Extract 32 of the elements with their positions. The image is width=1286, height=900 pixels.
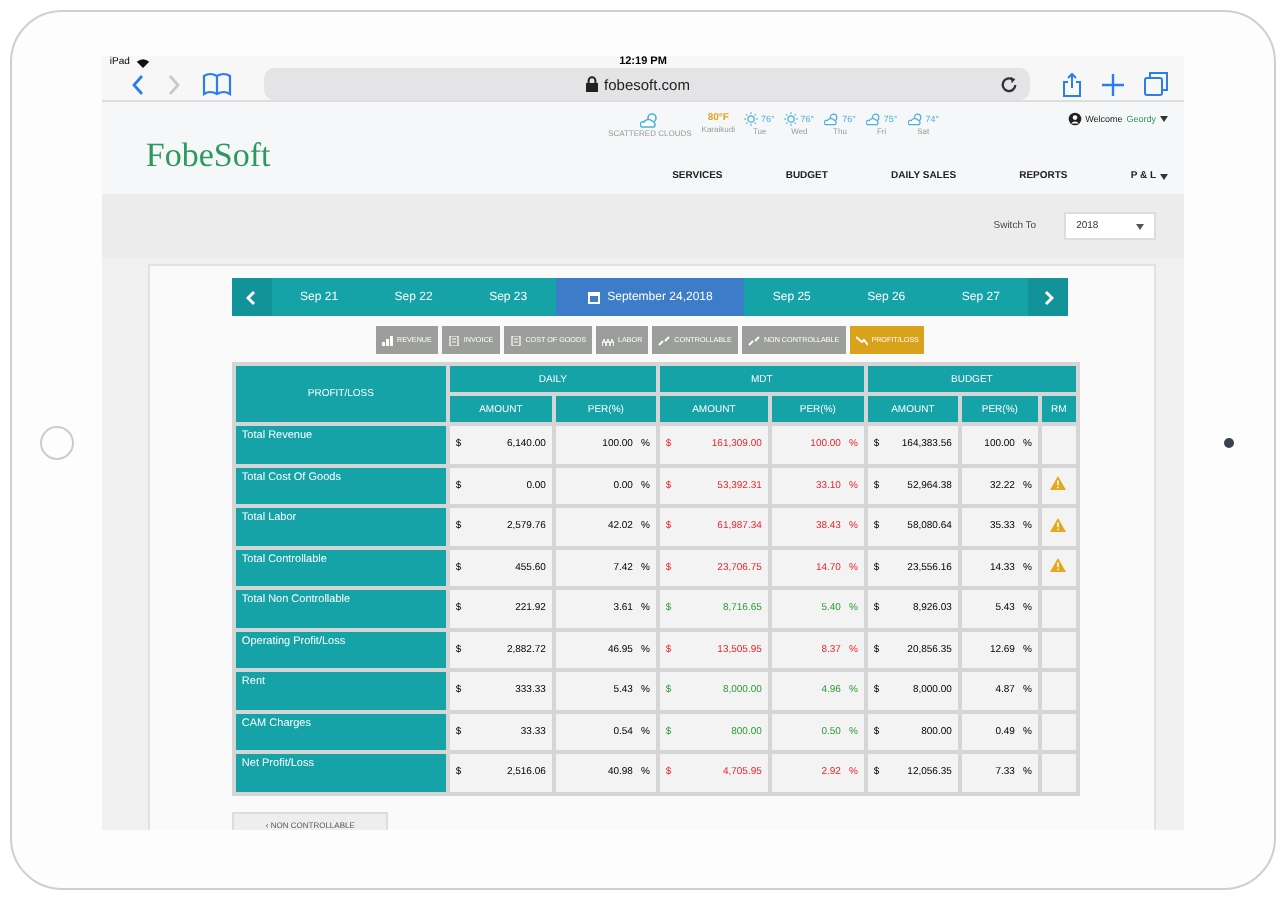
- trend-icon: [855, 335, 868, 345]
- previous-button[interactable]: [231, 278, 272, 316]
- plus-icon[interactable]: [1102, 73, 1125, 95]
- cloud-icon: [907, 112, 924, 126]
- caret-icon[interactable]: [1160, 173, 1169, 179]
- camera-dot: [1224, 438, 1235, 448]
- next-button[interactable]: [1028, 278, 1069, 316]
- lock-icon: [586, 76, 599, 92]
- wifi-icon: [135, 57, 150, 67]
- back-icon[interactable]: [129, 73, 146, 95]
- chevron-left-icon[interactable]: [246, 289, 257, 305]
- book-icon[interactable]: [201, 72, 232, 96]
- sun-icon: [744, 112, 759, 126]
- link-icon: [658, 335, 671, 345]
- reload-icon[interactable]: [1000, 75, 1019, 93]
- document-icon: [509, 335, 522, 345]
- site-logo[interactable]: FobeSoft: [145, 136, 271, 176]
- chevron-right-icon[interactable]: [1043, 289, 1054, 305]
- caret-icon[interactable]: [1160, 116, 1169, 122]
- user-icon: [1067, 112, 1082, 126]
- calendar-icon: [587, 290, 600, 304]
- cloud-icon: [865, 112, 882, 126]
- tabs-icon[interactable]: [1144, 72, 1169, 96]
- bar-chart-icon: [381, 335, 394, 345]
- people-icon: [601, 335, 614, 345]
- caret-icon[interactable]: [1136, 223, 1145, 229]
- share-icon[interactable]: [1062, 71, 1083, 97]
- partly-cloudy-icon: [639, 112, 660, 128]
- link-icon: [747, 335, 760, 345]
- document-icon: [447, 335, 460, 345]
- cloud-icon: [824, 112, 841, 126]
- sun-icon: [784, 112, 799, 126]
